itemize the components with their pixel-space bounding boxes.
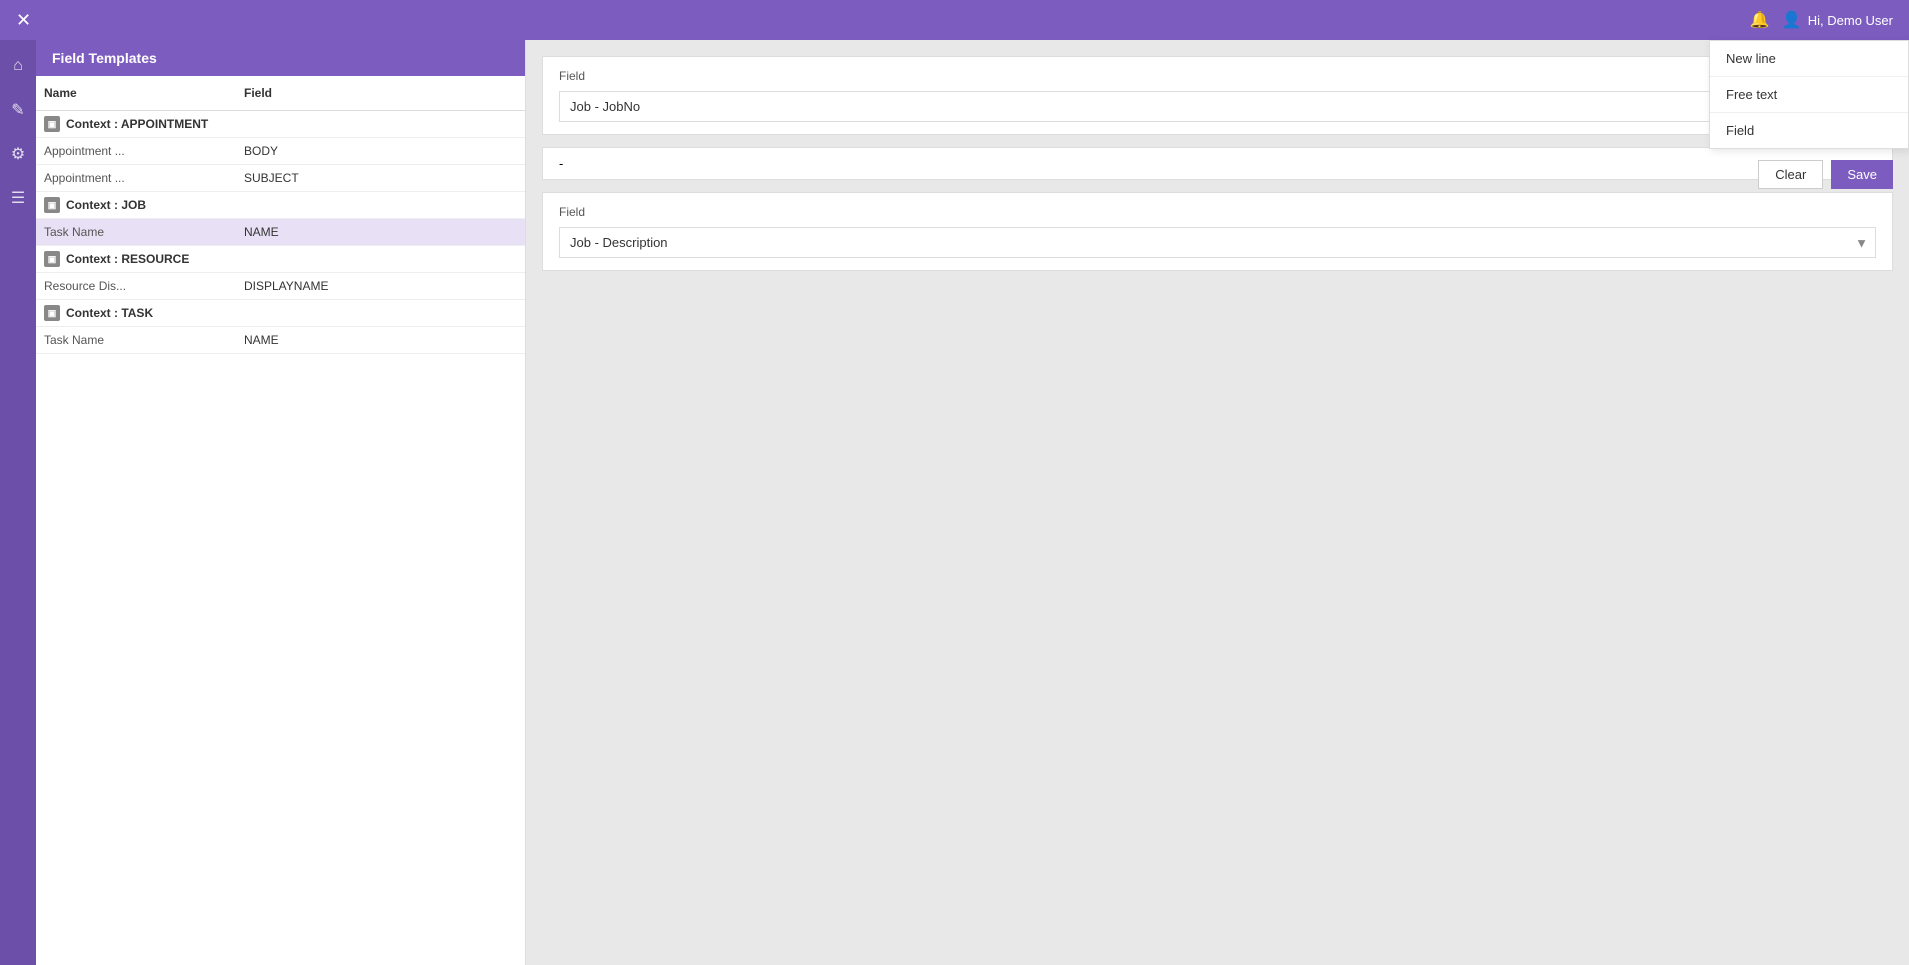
row-cell-name: Appointment ...	[36, 138, 236, 164]
field-label-2: Field	[559, 205, 1876, 219]
field-label-1: Field	[559, 69, 1876, 83]
field-select-wrapper-2: Job - JobNo Job - Description Job - Name…	[559, 227, 1876, 258]
panel-title: Field Templates	[36, 40, 525, 76]
table-row[interactable]: Task Name NAME	[36, 219, 525, 246]
field-block-2: Field Job - JobNo Job - Description Job …	[542, 192, 1893, 271]
tools-icon[interactable]: ✎	[4, 96, 32, 124]
table-row[interactable]: Resource Dis... DISPLAYNAME	[36, 273, 525, 300]
topbar: ✕ 🔔 👤 Hi, Demo User	[0, 0, 1909, 40]
context-resource-icon: ▣	[44, 251, 60, 267]
row-cell-field: BODY	[236, 138, 525, 164]
col-field-header: Field	[236, 82, 525, 104]
table-row[interactable]: Task Name NAME	[36, 327, 525, 354]
field-item[interactable]: Field	[1710, 113, 1908, 148]
topbar-left: ✕	[16, 10, 31, 31]
field-select-1[interactable]: Job - JobNo Job - Description Job - Name	[559, 91, 1876, 122]
close-icon[interactable]: ✕	[16, 10, 31, 31]
row-cell-name: Task Name	[36, 327, 236, 353]
table-row[interactable]: Appointment ... SUBJECT	[36, 165, 525, 192]
dropdown-menu: New line Free text Field	[1709, 40, 1909, 149]
table-row[interactable]: Appointment ... BODY	[36, 138, 525, 165]
context-task: ▣ Context : TASK	[36, 300, 525, 327]
home-icon[interactable]: ⌂	[4, 52, 32, 80]
row-cell-field: NAME	[236, 219, 525, 245]
user-info: 👤 Hi, Demo User	[1782, 10, 1893, 30]
context-resource-label: Context : RESOURCE	[66, 252, 189, 266]
row-cell-name: Appointment ...	[36, 165, 236, 191]
icon-sidebar: ⌂ ✎ ⚙ ☰	[0, 40, 36, 965]
field-select-wrapper-1: Job - JobNo Job - Description Job - Name…	[559, 91, 1876, 122]
free-text-item[interactable]: Free text	[1710, 77, 1908, 113]
context-job: ▣ Context : JOB	[36, 192, 525, 219]
row-cell-name: Task Name	[36, 219, 236, 245]
context-job-icon: ▣	[44, 197, 60, 213]
separator-block: -	[542, 147, 1893, 180]
bell-icon[interactable]: 🔔	[1750, 10, 1770, 30]
context-appointment-icon: ▣	[44, 116, 60, 132]
app-container: ⌂ ✎ ⚙ ☰ Field Templates Name Field ▣ Con…	[0, 40, 1909, 965]
col-name-header: Name	[36, 82, 236, 104]
context-task-icon: ▣	[44, 305, 60, 321]
table-header: Name Field	[36, 76, 525, 111]
menu-icon[interactable]: ☰	[4, 184, 32, 212]
user-icon: 👤	[1782, 10, 1802, 30]
context-appointment: ▣ Context : APPOINTMENT	[36, 111, 525, 138]
context-appointment-label: Context : APPOINTMENT	[66, 117, 208, 131]
context-resource: ▣ Context : RESOURCE	[36, 246, 525, 273]
context-task-label: Context : TASK	[66, 306, 153, 320]
row-cell-field: SUBJECT	[236, 165, 525, 191]
clear-button[interactable]: Clear	[1758, 160, 1823, 189]
right-area: New line Free text Field Clear Save Fiel…	[526, 40, 1909, 965]
field-select-2[interactable]: Job - JobNo Job - Description Job - Name	[559, 227, 1876, 258]
row-cell-field: DISPLAYNAME	[236, 273, 525, 299]
settings-icon[interactable]: ⚙	[4, 140, 32, 168]
field-block-1: Field Job - JobNo Job - Description Job …	[542, 56, 1893, 135]
left-panel: Field Templates Name Field ▣ Context : A…	[36, 40, 526, 965]
save-button[interactable]: Save	[1831, 160, 1893, 189]
topbar-right: 🔔 👤 Hi, Demo User	[1750, 10, 1893, 30]
table-body: ▣ Context : APPOINTMENT Appointment ... …	[36, 111, 525, 965]
main-content: Field Job - JobNo Job - Description Job …	[526, 40, 1909, 965]
action-buttons: Clear Save	[1758, 160, 1893, 189]
row-cell-field: NAME	[236, 327, 525, 353]
row-cell-name: Resource Dis...	[36, 273, 236, 299]
user-greeting: Hi, Demo User	[1808, 13, 1893, 28]
new-line-item[interactable]: New line	[1710, 41, 1908, 77]
separator-text: -	[559, 156, 563, 171]
context-job-label: Context : JOB	[66, 198, 146, 212]
